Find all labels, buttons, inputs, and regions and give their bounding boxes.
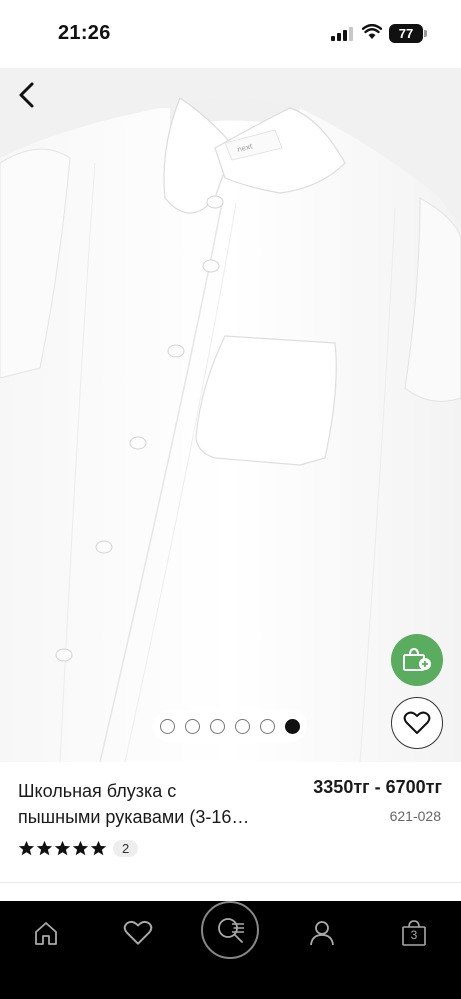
product-title-line-2: пышными рукавами (3-16… xyxy=(18,807,250,827)
tab-search[interactable] xyxy=(201,901,259,959)
bag-icon: 3 xyxy=(401,919,427,947)
image-dot-4[interactable] xyxy=(235,718,250,734)
image-dot-1[interactable] xyxy=(160,718,175,734)
wifi-icon xyxy=(362,24,382,39)
heart-icon xyxy=(403,711,431,734)
star-icon xyxy=(18,840,35,856)
star-icon xyxy=(72,840,89,856)
product-sku: 621-028 xyxy=(389,808,441,824)
home-icon xyxy=(35,922,57,945)
user-icon xyxy=(310,921,334,946)
search-icon xyxy=(218,918,244,943)
image-dot-3[interactable] xyxy=(210,718,225,734)
tab-favorites[interactable] xyxy=(118,915,158,951)
star-icon xyxy=(54,840,71,856)
tab-account[interactable] xyxy=(302,915,342,951)
rating-stars xyxy=(18,840,107,857)
battery-tip xyxy=(424,30,427,37)
chevron-left-icon xyxy=(19,82,34,108)
status-time: 21:26 xyxy=(58,22,111,44)
bottom-tab-bar: 3 xyxy=(0,901,461,999)
battery-indicator: 77 xyxy=(389,24,423,43)
star-icon xyxy=(90,840,107,856)
favorite-button[interactable] xyxy=(391,697,443,749)
product-rating[interactable]: 2 xyxy=(18,840,139,857)
image-dot-6[interactable] xyxy=(285,718,300,734)
status-bar: 21:26 77 xyxy=(0,0,461,68)
add-to-bag-button[interactable] xyxy=(391,634,443,686)
image-dot-2[interactable] xyxy=(185,718,200,734)
heart-icon xyxy=(123,920,153,945)
cellular-signal-icon xyxy=(331,27,355,41)
product-title-line-1: Школьная блузка с xyxy=(18,781,177,801)
product-title: Школьная блузка с пышными рукавами (3-16… xyxy=(18,778,288,830)
tab-bag[interactable]: 3 xyxy=(394,915,434,951)
image-dot-5[interactable] xyxy=(260,718,275,734)
back-button[interactable] xyxy=(10,78,44,112)
review-count-badge: 2 xyxy=(113,840,139,857)
bag-count: 3 xyxy=(410,927,418,942)
bag-add-icon xyxy=(403,647,431,671)
divider xyxy=(0,882,461,883)
tab-home[interactable] xyxy=(26,915,66,951)
star-icon xyxy=(36,840,53,856)
image-pagination xyxy=(153,710,307,742)
product-price: 3350тг - 6700тг xyxy=(313,777,442,797)
